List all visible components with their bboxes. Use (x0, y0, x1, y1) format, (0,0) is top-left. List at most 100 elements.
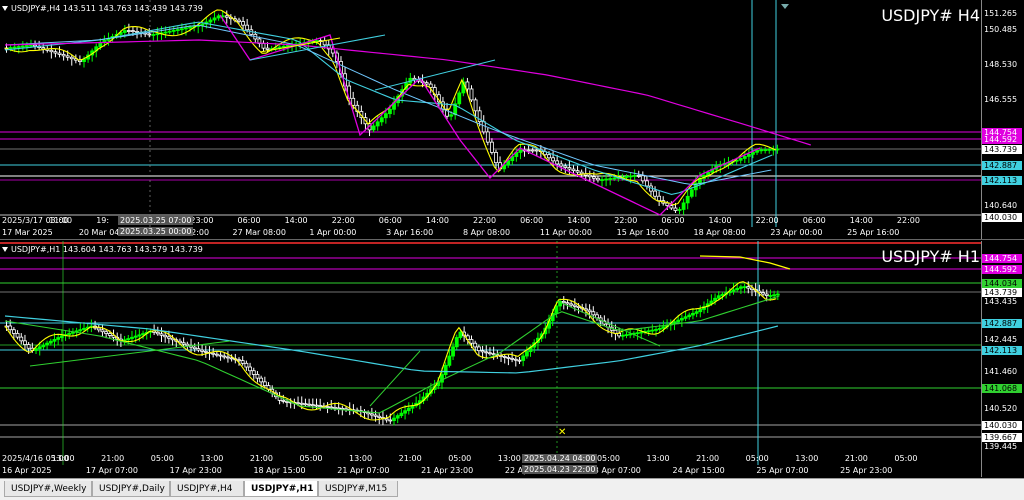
candle-body (636, 175, 641, 177)
candle-body (285, 400, 289, 403)
candle-body (336, 407, 341, 410)
candle-body (48, 340, 53, 344)
h1-price-scale[interactable]: 144.754 144.592 144.034 143.739 143.435 142.8… (981, 241, 1024, 477)
tab-h4[interactable]: USDJPY#,H4 (170, 481, 244, 497)
candle-body (673, 207, 678, 211)
candle-body (49, 49, 54, 53)
candle-body (388, 419, 393, 422)
candle-body (122, 30, 127, 33)
h4-plot-area[interactable] (0, 0, 982, 227)
price-tag: 142.113 (982, 346, 1022, 355)
tab-daily[interactable]: USDJPY#,Daily (92, 481, 170, 497)
candle-body (20, 45, 25, 48)
candle-body (569, 303, 574, 306)
candle-body (772, 294, 777, 297)
dropdown-triangle-icon[interactable] (2, 247, 8, 252)
candle-body (67, 332, 72, 335)
candle-body (159, 333, 164, 336)
candle-body (26, 344, 31, 349)
time-tick: 13:00 (646, 454, 670, 463)
chart-pane-h1[interactable]: ✕ USDJPY#,H1 143.604 143.763 143.579 143… (0, 241, 1024, 477)
time-tick: 11:00 (49, 216, 73, 225)
h1-plot-area[interactable]: ✕ (0, 241, 982, 465)
candle-body (12, 46, 17, 49)
date-tick: 3 Apr 16:00 (386, 228, 434, 237)
candle-body (100, 329, 105, 333)
candle-body (163, 31, 168, 34)
candle-body (720, 293, 725, 297)
time-tick: 06:00 (661, 216, 685, 225)
date-tick: 23 Apr 00:00 (770, 228, 823, 237)
candle-body (34, 348, 38, 351)
price-tick: 151.265 (984, 9, 1018, 18)
candle-body (141, 333, 145, 336)
candle-body (203, 350, 208, 353)
candle-body (137, 334, 142, 337)
candle-body (506, 356, 511, 359)
candle-body (379, 117, 384, 123)
candle-body (676, 319, 681, 323)
dropdown-triangle-icon[interactable] (2, 6, 8, 11)
candle-body (654, 329, 658, 331)
candle-body (78, 329, 83, 332)
chart-pane-h4[interactable]: USDJPY#,H4 143.511 143.763 143.439 143.7… (0, 0, 1024, 240)
shift-marker-icon (781, 4, 789, 9)
candle-body (56, 337, 61, 340)
candle-body (126, 338, 131, 341)
time-tick: 05:00 (150, 454, 174, 463)
time-tick: 13:00 (200, 454, 224, 463)
candle-body (767, 149, 772, 151)
price-tag: 144.034 (982, 279, 1022, 288)
candle-body (691, 312, 695, 316)
candle-body (469, 88, 474, 101)
candle-body (547, 154, 551, 159)
candle-body (244, 362, 249, 368)
candle-body (52, 338, 57, 342)
candle-body (57, 52, 62, 55)
date-tick: 25 Apr 23:00 (840, 466, 893, 475)
candle-body (53, 51, 58, 54)
candle-body (571, 168, 576, 172)
candle-body (624, 334, 629, 337)
time-tick: 14:00 (284, 216, 308, 225)
candle-body (565, 302, 570, 305)
candle-body (259, 377, 264, 383)
candle-body (454, 337, 459, 348)
candle-body (458, 331, 463, 338)
price-tick: 140.640 (984, 201, 1018, 210)
candle-body (392, 417, 396, 421)
candle-body (318, 405, 323, 407)
tab-h1[interactable]: USDJPY#,H1 (244, 481, 318, 497)
time-tick: 13:00 (497, 454, 521, 463)
candle-body (608, 178, 613, 180)
candle-body (635, 332, 640, 335)
price-tag: 144.592 (982, 135, 1022, 144)
price-tick: 148.530 (984, 60, 1018, 69)
h4-time-scale[interactable]: 2025/3/17 03:0011:0019:15:0023:0006:0014… (0, 216, 982, 239)
time-tick: 21:00 (696, 454, 720, 463)
candle-body (262, 381, 267, 386)
candle-body (384, 418, 389, 421)
tab-weekly[interactable]: USDJPY#,Weekly (4, 481, 92, 497)
candle-body (447, 355, 452, 366)
candle-body (192, 346, 197, 350)
time-tick: 22:00 (614, 216, 638, 225)
candle-body (131, 30, 135, 33)
h1-time-scale[interactable]: 2025/4/16 05:00 13:00 21:00 05:00 13:00 21:00… (0, 454, 982, 477)
candle-body (265, 47, 270, 50)
candle-body (41, 47, 46, 50)
candle-body (575, 170, 580, 173)
time-tick: 21:00 (249, 454, 273, 463)
time-tick: 05:00 (448, 454, 472, 463)
h4-price-scale[interactable]: 151.265 150.485 148.530 146.555 144.754 144.5… (981, 0, 1024, 239)
tab-m15[interactable]: USDJPY#,M15 (318, 481, 398, 497)
candle-body (8, 47, 13, 49)
candle-body (166, 336, 171, 339)
candle-body (661, 326, 666, 329)
price-tag: 140.030 (982, 421, 1022, 430)
candle-body (45, 342, 49, 346)
time-tick: 19: (96, 216, 110, 225)
candle-body (440, 374, 444, 383)
candle-body (735, 287, 740, 291)
candle-body (698, 309, 703, 313)
